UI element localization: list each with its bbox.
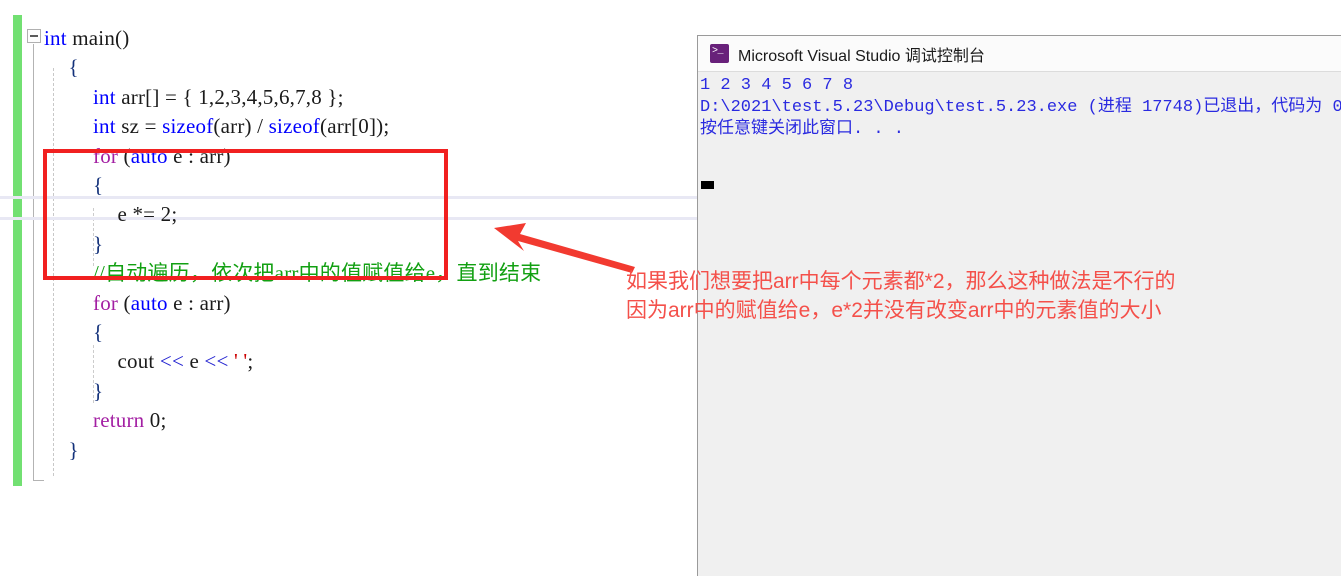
console-title-bar[interactable]: Microsoft Visual Studio 调试控制台 <box>698 36 1341 72</box>
collapse-outline-toggle-icon[interactable] <box>27 29 41 43</box>
outline-guide-foot <box>33 480 44 481</box>
console-output-line: 1 2 3 4 5 6 7 8 <box>700 76 854 95</box>
code-token: arr[] = { 1,2,3,4,5,6,7,8 }; <box>115 84 344 109</box>
code-token: cout <box>117 349 160 374</box>
code-token: e <box>184 349 205 374</box>
console-text-cursor <box>701 181 714 189</box>
changed-lines-indicator <box>13 15 22 486</box>
code-token: return <box>93 408 145 433</box>
code-token: for <box>93 290 119 315</box>
code-token: << <box>204 349 229 374</box>
code-token: sz = <box>115 114 163 139</box>
code-token: ; <box>247 349 254 374</box>
code-token: int <box>44 26 67 50</box>
code-token: int <box>93 84 116 109</box>
code-line[interactable]: { <box>93 322 103 343</box>
code-token: ' ' <box>233 349 248 374</box>
code-token: sizeof <box>162 114 214 139</box>
code-line[interactable]: int sz = sizeof(arr) / sizeof(arr[0]); <box>93 116 389 137</box>
code-line[interactable]: return 0; <box>93 410 167 431</box>
console-window-title: Microsoft Visual Studio 调试控制台 <box>738 47 985 65</box>
code-token: ( <box>118 290 131 315</box>
outline-guide-line <box>33 44 34 481</box>
code-token: } <box>93 378 104 403</box>
code-token: << <box>159 349 184 374</box>
code-line[interactable]: } <box>93 378 104 403</box>
code-token: main() <box>66 26 130 50</box>
code-token: sizeof <box>268 114 320 139</box>
code-token: } <box>68 437 79 462</box>
console-output-line: 按任意键关闭此窗口. . . <box>700 120 905 139</box>
annotation-rectangle <box>43 149 448 280</box>
annotation-note-line-1: 如果我们想要把arr中每个元素都*2，那么这种做法是不行的 <box>626 270 1176 293</box>
annotation-note-line-2: 因为arr中的赋值给e，e*2并没有改变arr中的元素值的大小 <box>626 299 1162 322</box>
code-token: 0; <box>144 408 167 433</box>
code-token: auto <box>130 290 168 315</box>
annotation-note: 如果我们想要把arr中每个元素都*2，那么这种做法是不行的 因为arr中的赋值给… <box>626 267 1326 325</box>
code-token: (arr[0]); <box>320 114 390 139</box>
code-line[interactable]: int arr[] = { 1,2,3,4,5,6,7,8 }; <box>93 84 344 109</box>
code-token: int <box>93 114 116 139</box>
code-line[interactable]: { <box>69 57 79 78</box>
code-line[interactable]: int main() <box>44 28 129 49</box>
code-line[interactable]: for (auto e : arr) <box>93 290 231 315</box>
code-token: e : arr) <box>167 290 231 315</box>
console-app-icon <box>710 44 729 63</box>
console-output-line: D:\2021\test.5.23\Debug\test.5.23.exe (进… <box>700 98 1341 117</box>
code-token: (arr) / <box>213 114 269 139</box>
code-token: { <box>68 55 79 80</box>
code-line[interactable]: } <box>68 437 79 462</box>
code-line[interactable]: cout << e << ' '; <box>118 351 254 372</box>
code-token: { <box>93 320 104 344</box>
